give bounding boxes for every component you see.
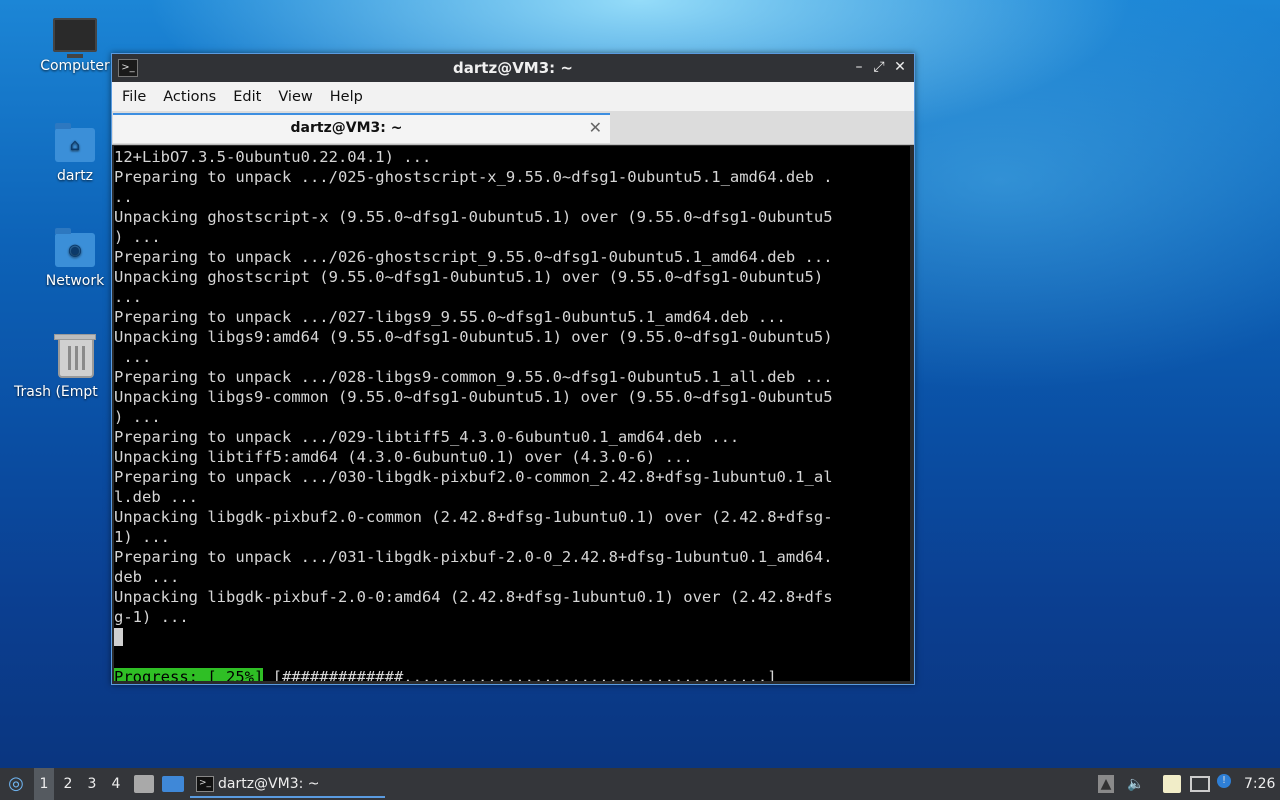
workspace-1[interactable]: 1 bbox=[34, 768, 54, 800]
tab-terminal[interactable]: dartz@VM3: ~ ✕ bbox=[113, 113, 610, 143]
terminal-line: ... bbox=[114, 348, 152, 366]
terminal-line: l.deb ... bbox=[114, 488, 198, 506]
file-manager-icon[interactable] bbox=[134, 775, 154, 793]
terminal-line: Preparing to unpack .../025-ghostscript-… bbox=[114, 168, 833, 186]
terminal-cursor-line bbox=[114, 627, 910, 647]
terminal-line: Preparing to unpack .../029-libtiff5_4.3… bbox=[114, 428, 740, 446]
eject-icon[interactable]: ▲ bbox=[1098, 775, 1114, 793]
window-title: dartz@VM3: ~ bbox=[453, 59, 573, 77]
workspace-3[interactable]: 3 bbox=[82, 768, 102, 800]
terminal-line: Preparing to unpack .../031-libgdk-pixbu… bbox=[114, 548, 833, 566]
desktop-icon-label: Trash (Empt bbox=[14, 384, 98, 400]
maximize-button[interactable]: ⤢ bbox=[870, 58, 888, 76]
tab-close-icon[interactable]: ✕ bbox=[589, 118, 602, 137]
menu-actions[interactable]: Actions bbox=[156, 89, 223, 105]
clock[interactable]: 7:26 bbox=[1244, 768, 1275, 800]
taskbar-task-terminal[interactable]: >_ dartz@VM3: ~ bbox=[190, 770, 385, 798]
workspace-4[interactable]: 4 bbox=[106, 768, 126, 800]
terminal-line: ... bbox=[114, 288, 142, 306]
computer-icon bbox=[53, 18, 97, 58]
terminal-line: Preparing to unpack .../027-libgs9_9.55.… bbox=[114, 308, 786, 326]
menu-edit[interactable]: Edit bbox=[226, 89, 268, 105]
start-menu-icon[interactable]: ◎ bbox=[4, 768, 28, 800]
workspace-2[interactable]: 2 bbox=[58, 768, 78, 800]
terminal-line: Unpacking libgdk-pixbuf2.0-common (2.42.… bbox=[114, 508, 833, 526]
terminal-line: Unpacking libtiff5:amd64 (4.3.0-6ubuntu0… bbox=[114, 448, 693, 466]
taskbar: ◎ 1 2 3 4 >_ dartz@VM3: ~ ▲ 🔈 ! 7:26 bbox=[0, 768, 1280, 800]
terminal-line: 12+LibO7.3.5-0ubuntu0.22.04.1) ... bbox=[114, 148, 432, 166]
close-button[interactable]: ✕ bbox=[891, 58, 909, 76]
terminal-line: Unpacking libgs9-common (9.55.0~dfsg1-0u… bbox=[114, 388, 833, 406]
notification-icon[interactable]: ! bbox=[1217, 774, 1231, 788]
task-label: dartz@VM3: ~ bbox=[218, 776, 320, 792]
terminal-line: deb ... bbox=[114, 568, 180, 586]
home-folder-icon: ⌂ bbox=[55, 123, 95, 162]
terminal-line: .. bbox=[114, 188, 133, 206]
menu-view[interactable]: View bbox=[271, 89, 319, 105]
terminal-line: Unpacking libgdk-pixbuf-2.0-0:amd64 (2.4… bbox=[114, 588, 833, 606]
terminal-output[interactable]: 12+LibO7.3.5-0ubuntu0.22.04.1) ... Prepa… bbox=[114, 146, 910, 681]
terminal-line: ) ... bbox=[114, 228, 161, 246]
terminal-line: ) ... bbox=[114, 408, 161, 426]
tab-bar: dartz@VM3: ~ ✕ bbox=[112, 111, 914, 145]
progress-label: Progress: [ 25%] bbox=[114, 668, 264, 681]
minimize-button[interactable]: – bbox=[850, 58, 868, 76]
terminal-line: Unpacking ghostscript (9.55.0~dfsg1-0ubu… bbox=[114, 268, 824, 286]
terminal-cursor bbox=[114, 628, 123, 646]
show-desktop-icon[interactable] bbox=[162, 776, 184, 792]
desktop-icon-trash[interactable]: Trash (Empt bbox=[14, 334, 124, 400]
tab-label: dartz@VM3: ~ bbox=[290, 120, 403, 136]
terminal-line: Unpacking libgs9:amd64 (9.55.0~dfsg1-0ub… bbox=[114, 328, 833, 346]
terminal-line: Preparing to unpack .../026-ghostscript_… bbox=[114, 248, 833, 266]
network-icon[interactable] bbox=[1190, 776, 1210, 792]
terminal-icon: >_ bbox=[196, 776, 214, 792]
terminal-line: Preparing to unpack .../030-libgdk-pixbu… bbox=[114, 468, 833, 486]
terminal-line: Unpacking ghostscript-x (9.55.0~dfsg1-0u… bbox=[114, 208, 833, 226]
terminal-line: g-1) ... bbox=[114, 608, 189, 626]
terminal-line: Preparing to unpack .../028-libgs9-commo… bbox=[114, 368, 833, 386]
progress-bar: [#############..........................… bbox=[263, 668, 777, 681]
trash-icon bbox=[54, 334, 96, 378]
progress-line: Progress: [ 25%] [#############.........… bbox=[114, 667, 910, 681]
menu-bar: File Actions Edit View Help bbox=[112, 82, 914, 111]
window-titlebar[interactable]: >_ dartz@VM3: ~ – ⤢ ✕ bbox=[112, 54, 914, 82]
clipboard-icon[interactable] bbox=[1163, 775, 1181, 793]
terminal-line: 1) ... bbox=[114, 528, 170, 546]
terminal-window[interactable]: >_ dartz@VM3: ~ – ⤢ ✕ File Actions Edit … bbox=[111, 53, 915, 685]
network-folder-icon: ◉ bbox=[55, 228, 95, 267]
menu-file[interactable]: File bbox=[115, 89, 153, 105]
menu-help[interactable]: Help bbox=[323, 89, 370, 105]
volume-icon[interactable]: 🔈 bbox=[1127, 775, 1145, 793]
